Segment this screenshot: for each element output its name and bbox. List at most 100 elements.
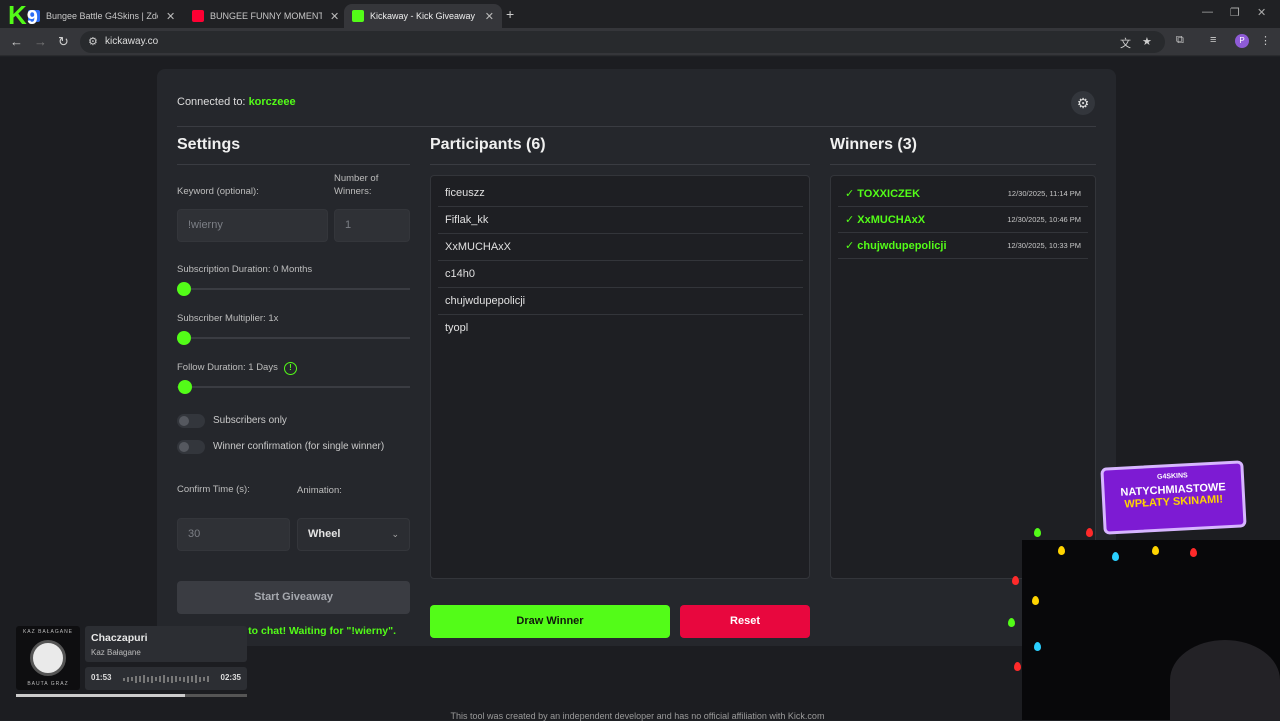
menu-icon[interactable]: ⋮: [1260, 34, 1271, 47]
waveform-bar: [183, 676, 185, 682]
close-icon[interactable]: ✕: [166, 10, 175, 23]
winner-item: ✓ TOXXICZEK 12/30/2025, 11:14 PM: [838, 181, 1088, 207]
animation-value: Wheel: [308, 528, 341, 540]
tab-g4skins[interactable]: Bungee Battle G4Skins | Zdobywaj ✕: [20, 4, 183, 28]
winner-name: ✓ TOXXICZEK: [845, 188, 921, 200]
participant-item: Fiflak_kk: [438, 207, 803, 234]
kick-icon: [352, 10, 364, 22]
keyword-label: Keyword (optional):: [177, 186, 259, 197]
slider-handle[interactable]: [178, 380, 192, 394]
reading-list-icon[interactable]: ≡: [1210, 34, 1216, 46]
tab-title: Kickaway - Kick Giveaway Tool: [370, 11, 477, 21]
keyword-input[interactable]: !wierny: [177, 209, 328, 242]
winner-time: 12/30/2025, 10:33 PM: [1007, 241, 1081, 250]
light-bulb-icon: [1086, 528, 1093, 537]
participant-item: ficeuszz: [438, 180, 803, 207]
light-bulb-icon: [1012, 576, 1019, 585]
close-icon[interactable]: ✕: [330, 10, 339, 23]
confirm-time-input[interactable]: 30: [177, 518, 290, 551]
light-bulb-icon: [1152, 546, 1159, 555]
translate-icon[interactable]: 文: [1120, 35, 1131, 51]
waveform-bar: [155, 677, 157, 681]
winners-list: ✓ TOXXICZEK 12/30/2025, 11:14 PM ✓ XxMUC…: [830, 175, 1096, 579]
tab-kickaway[interactable]: Kickaway - Kick Giveaway Tool ✕: [344, 4, 502, 28]
track-progress: [16, 694, 247, 697]
participants-list: ficeuszz Fiflak_kk XxMUCHAxX c14h0 chujw…: [430, 175, 810, 579]
url-text[interactable]: kickaway.co: [105, 36, 158, 47]
settings-gear-icon[interactable]: ⚙: [1071, 91, 1095, 115]
youtube-icon: [192, 10, 204, 22]
close-icon[interactable]: ✕: [485, 10, 494, 23]
forward-icon[interactable]: →: [34, 34, 47, 49]
light-bulb-icon: [1190, 548, 1197, 557]
participants-title: Participants (6): [430, 136, 546, 153]
new-tab-icon[interactable]: +: [506, 6, 514, 22]
waveform-bar: [159, 676, 161, 682]
connection-status: Connected to: korczeee: [177, 96, 296, 108]
waveform-bar: [151, 675, 153, 683]
waveform-bar: [163, 675, 165, 683]
maximize-icon[interactable]: ❐: [1230, 6, 1240, 19]
reset-button[interactable]: Reset: [680, 605, 810, 638]
track-info: Chaczapuri Kaz Bałagane: [85, 626, 247, 662]
light-bulb-icon: [1034, 528, 1041, 537]
winner-item: ✓ XxMUCHAxX 12/30/2025, 10:46 PM: [838, 207, 1088, 233]
profile-avatar[interactable]: P: [1235, 34, 1249, 48]
light-bulb-icon: [1058, 546, 1065, 555]
extensions-icon[interactable]: ⧉: [1176, 34, 1184, 47]
waveform-bar: [131, 677, 133, 681]
info-icon[interactable]: !: [284, 362, 297, 375]
sub-multiplier-slider[interactable]: [177, 331, 410, 345]
address-bar[interactable]: ⚙ kickaway.co 文 ★: [80, 31, 1165, 53]
participant-item: XxMUCHAxX: [438, 234, 803, 261]
slider-handle[interactable]: [177, 282, 191, 296]
winner-confirmation-toggle[interactable]: [177, 440, 205, 454]
winner-confirmation-label: Winner confirmation (for single winner): [213, 441, 385, 452]
waveform-bar: [123, 677, 125, 681]
settings-title: Settings: [177, 136, 241, 153]
tab-bar: Bungee Battle G4Skins | Zdobywaj ✕ BUNGE…: [0, 0, 1280, 28]
tab-title: Bungee Battle G4Skins | Zdobywaj: [46, 11, 158, 21]
cover-bottom-text: BAUTA GRAZ: [27, 681, 69, 687]
sub-duration-slider[interactable]: [177, 282, 410, 296]
waveform-bar: [167, 676, 169, 682]
back-icon[interactable]: ←: [10, 34, 23, 49]
tab-youtube[interactable]: BUNGEE FUNNY MOMENTS 20 ✕: [184, 4, 347, 28]
giveaway-card: Connected to: korczeee ⚙ Settings Keywor…: [157, 69, 1116, 646]
minimize-icon[interactable]: —: [1202, 6, 1213, 18]
divider: [430, 164, 810, 165]
channel-name: korczeee: [248, 96, 296, 108]
k9-logo: K9: [8, 2, 38, 31]
close-window-icon[interactable]: ✕: [1257, 6, 1266, 19]
waveform-bar: [147, 676, 149, 682]
light-bulb-icon: [1034, 642, 1041, 651]
connected-label: Connected to:: [177, 96, 246, 108]
bookmark-star-icon[interactable]: ★: [1142, 35, 1152, 48]
subscribers-only-label: Subscribers only: [213, 415, 287, 426]
waveform-bar: [171, 675, 173, 683]
participant-item: c14h0: [438, 261, 803, 288]
animation-select[interactable]: Wheel ⌄: [297, 518, 410, 551]
confirm-time-label: Confirm Time (s):: [177, 484, 250, 495]
reload-icon[interactable]: ↻: [58, 34, 69, 50]
winners-title: Winners (3): [830, 136, 917, 153]
winners-count-input[interactable]: 1: [334, 209, 410, 242]
now-playing-widget: KAZ BAŁAGANE BAUTA GRAZ Chaczapuri Kaz B…: [16, 626, 247, 697]
sub-duration-label: Subscription Duration: 0 Months: [177, 264, 313, 275]
browser-toolbar: ← → ↻ ⚙ kickaway.co 文 ★ ⧉ ≡ ⋮: [0, 28, 1280, 56]
site-info-icon[interactable]: ⚙: [88, 35, 98, 48]
start-giveaway-button[interactable]: Start Giveaway: [177, 581, 410, 614]
waveform-bar: [199, 676, 201, 682]
slider-handle[interactable]: [177, 331, 191, 345]
animation-label: Animation:: [297, 485, 342, 496]
cover-art: [30, 640, 66, 676]
follow-duration-slider[interactable]: [177, 380, 410, 394]
subscribers-only-toggle[interactable]: [177, 414, 205, 428]
sub-multiplier-label: Subscriber Multiplier: 1x: [177, 313, 279, 324]
waveform-bar: [203, 677, 205, 681]
waveform-bar: [127, 676, 129, 682]
draw-winner-button[interactable]: Draw Winner: [430, 605, 670, 638]
waveform-bar: [175, 676, 177, 682]
light-bulb-icon: [1112, 552, 1119, 561]
waveform-bar: [195, 675, 197, 683]
